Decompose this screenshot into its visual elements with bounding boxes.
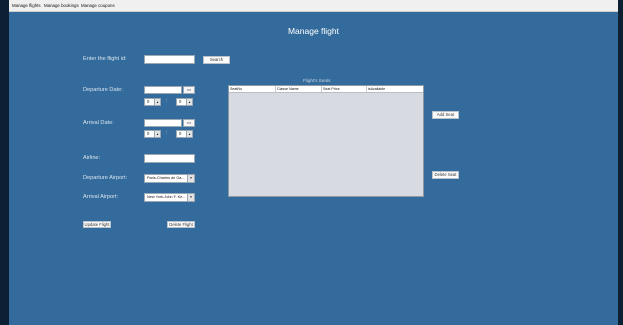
arrival-date-label: Arrival Date: — [83, 120, 114, 126]
arrival-hour-spinner[interactable]: 0 ▴ — [144, 130, 161, 138]
column-header-isavailable[interactable]: isAvailable — [367, 86, 423, 92]
column-header-seat-price[interactable]: Seat Price — [322, 86, 367, 92]
calendar-icon: ▭ — [186, 87, 192, 92]
search-button[interactable]: Search — [203, 56, 230, 64]
arrival-calendar-button[interactable]: ▭ — [183, 119, 195, 127]
departure-minute-value: 0 — [179, 99, 182, 104]
page-title: Manage flight — [287, 26, 340, 36]
departure-hour-spinner[interactable]: 0 ▴ — [144, 98, 161, 106]
departure-minute-spinner[interactable]: 0 ▴ — [176, 98, 193, 106]
departure-date-input[interactable] — [144, 86, 182, 94]
departure-airport-value: Paris-Charles de Ga... — [147, 176, 185, 180]
seats-title: Flight's Seats — [303, 78, 331, 83]
delete-flight-button[interactable]: Delete Flight — [167, 221, 195, 228]
seats-table[interactable]: SeatNo Classe Name Seat Price isAvailabl… — [228, 85, 424, 197]
arrival-date-input[interactable] — [144, 119, 182, 127]
update-flight-button[interactable]: Update Flight — [83, 221, 111, 228]
arrival-airport-select[interactable]: New York-John F. Ke... ▾ — [144, 193, 195, 202]
departure-airport-select[interactable]: Paris-Charles de Ga... ▾ — [144, 174, 195, 183]
arrival-minute-spinner[interactable]: 0 ▴ — [176, 130, 193, 138]
departure-hour-value: 0 — [147, 99, 150, 104]
chevron-down-icon[interactable]: ▾ — [187, 175, 194, 182]
arrival-airport-value: New York-John F. Ke... — [147, 195, 186, 199]
spinner-arrows-icon[interactable]: ▴ — [186, 131, 192, 137]
departure-date-label: Departure Date: — [83, 87, 123, 93]
spinner-arrows-icon[interactable]: ▴ — [154, 99, 160, 105]
menu-item-manage-bookings[interactable]: Manage bookings — [44, 0, 79, 11]
flight-id-label: Enter the flight id: — [83, 56, 127, 62]
airline-label: Airline: — [83, 155, 101, 161]
arrival-minute-value: 0 — [179, 131, 182, 136]
menu-bar: Manage flights Manage bookings Manage co… — [9, 0, 618, 12]
seats-table-header: SeatNo Classe Name Seat Price isAvailabl… — [229, 86, 423, 93]
menu-item-manage-flights[interactable]: Manage flights — [12, 0, 41, 11]
column-header-seatno[interactable]: SeatNo — [229, 86, 276, 92]
main-window: Manage flights Manage bookings Manage co… — [9, 0, 618, 325]
arrival-hour-value: 0 — [147, 131, 150, 136]
spinner-arrows-icon[interactable]: ▴ — [186, 99, 192, 105]
departure-time-separator: : — [166, 98, 168, 104]
menu-item-manage-coupons[interactable]: Manage coupons — [81, 0, 115, 11]
flight-id-input[interactable] — [144, 55, 195, 64]
calendar-icon: ▭ — [186, 120, 192, 125]
arrival-time-separator: : — [166, 130, 168, 136]
spinner-arrows-icon[interactable]: ▴ — [154, 131, 160, 137]
departure-calendar-button[interactable]: ▭ — [183, 86, 195, 94]
departure-airport-label: Departure Airport: — [83, 175, 128, 181]
delete-seat-button[interactable]: Delete Seat — [432, 171, 459, 179]
chevron-down-icon[interactable]: ▾ — [187, 194, 194, 201]
add-seat-button[interactable]: Add Seat — [432, 111, 459, 119]
airline-input[interactable] — [144, 154, 195, 163]
arrival-airport-label: Arrival Airport: — [83, 194, 119, 200]
column-header-classe-name[interactable]: Classe Name — [276, 86, 322, 92]
